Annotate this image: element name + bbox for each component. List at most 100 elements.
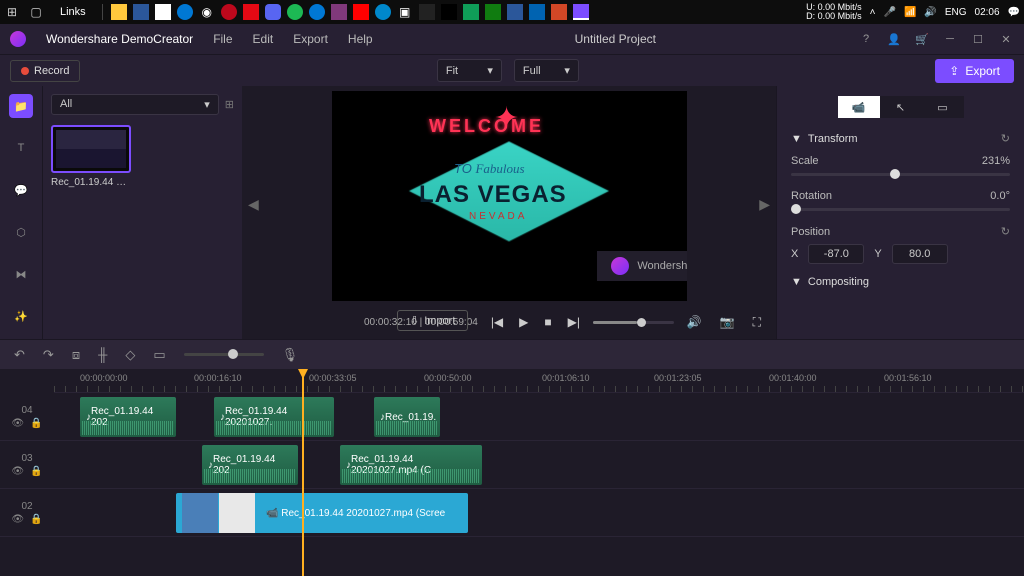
- lock-icon[interactable]: 🔒: [30, 514, 42, 525]
- track-header-02[interactable]: 02👁🔒: [0, 489, 54, 537]
- lock-icon[interactable]: 🔒: [30, 466, 42, 477]
- tray-icon[interactable]: ˄: [870, 7, 876, 18]
- track-02[interactable]: 📹 Rec_01.19.44 20201027.mp4 (Scree: [54, 489, 1024, 537]
- media-filter-dropdown[interactable]: All▾: [51, 94, 219, 115]
- fit-dropdown[interactable]: Fit▾: [437, 59, 502, 82]
- audio-clip[interactable]: ♪ Rec_01.19.44 202: [202, 445, 298, 485]
- cursor-tab-icon[interactable]: ↖: [880, 96, 922, 118]
- audio-clip[interactable]: ♪ Rec_01.19.44 20201027.: [214, 397, 334, 437]
- export-button[interactable]: ⇪Export: [935, 59, 1014, 83]
- app-icon[interactable]: [485, 4, 501, 20]
- effects-tool-icon[interactable]: ✨: [9, 304, 33, 328]
- video-tab-icon[interactable]: 📹: [838, 96, 880, 118]
- next-frame-icon[interactable]: ▶|: [565, 315, 583, 329]
- caption-tab-icon[interactable]: ▭: [922, 96, 964, 118]
- eye-icon[interactable]: 👁: [11, 514, 24, 525]
- help-icon[interactable]: ?: [858, 31, 874, 47]
- menu-export[interactable]: Export: [293, 32, 328, 46]
- app-icon[interactable]: [463, 4, 479, 20]
- cart-icon[interactable]: 🛒: [914, 31, 930, 47]
- eye-icon[interactable]: 👁: [11, 466, 24, 477]
- record-button[interactable]: Record: [10, 60, 80, 82]
- app-icon[interactable]: [155, 4, 171, 20]
- rotation-slider[interactable]: [791, 208, 1010, 211]
- maximize-icon[interactable]: ☐: [970, 31, 986, 47]
- crop-icon[interactable]: ⧈: [72, 347, 80, 363]
- track-header-03[interactable]: 03👁🔒: [0, 441, 54, 489]
- snapshot-icon[interactable]: 📷: [717, 315, 738, 330]
- eye-icon[interactable]: 👁: [11, 418, 24, 429]
- clock-label[interactable]: 02:06: [975, 7, 1000, 18]
- track-03[interactable]: ♪ Rec_01.19.44 202 ♪ Rec_01.19.44 202010…: [54, 441, 1024, 489]
- app-icon[interactable]: [243, 4, 259, 20]
- annotation-tool-icon[interactable]: 💬: [9, 178, 33, 202]
- text-tool-icon[interactable]: T: [9, 136, 33, 160]
- split-icon[interactable]: ╫: [98, 347, 107, 362]
- mic-icon[interactable]: 🎙: [282, 347, 299, 363]
- app-icon[interactable]: [507, 4, 523, 20]
- sticker-tool-icon[interactable]: ⬡: [9, 220, 33, 244]
- democreator-taskbar-icon[interactable]: [573, 4, 589, 20]
- import-button[interactable]: ⇩Import: [397, 310, 468, 331]
- close-icon[interactable]: ✕: [998, 31, 1014, 47]
- audio-clip[interactable]: ♪ Rec_01.19.44 202: [80, 397, 176, 437]
- media-thumbnail[interactable]: Rec_01.19.44 2020...: [51, 125, 131, 188]
- app-icon[interactable]: [419, 4, 435, 20]
- app-icon[interactable]: [441, 4, 457, 20]
- app-icon[interactable]: [309, 4, 325, 20]
- account-icon[interactable]: 👤: [886, 31, 902, 47]
- lang-label[interactable]: ENG: [945, 7, 967, 18]
- app-icon[interactable]: [331, 4, 347, 20]
- menu-edit[interactable]: Edit: [253, 32, 274, 46]
- stop-icon[interactable]: ■: [541, 315, 554, 329]
- app-icon[interactable]: ◉: [199, 4, 215, 20]
- menu-help[interactable]: Help: [348, 32, 373, 46]
- notifications-icon[interactable]: 💬: [1008, 7, 1020, 18]
- next-clip-icon[interactable]: ▶: [759, 196, 770, 213]
- fullscreen-icon[interactable]: ⛶: [750, 315, 764, 330]
- menu-file[interactable]: File: [213, 32, 232, 46]
- app-icon[interactable]: [353, 4, 369, 20]
- track-header-04[interactable]: 04👁🔒: [0, 393, 54, 441]
- media-tool-icon[interactable]: 📁: [9, 94, 33, 118]
- playhead[interactable]: [302, 369, 304, 576]
- marker-icon[interactable]: ◇: [125, 347, 135, 363]
- links-label[interactable]: Links: [52, 6, 94, 18]
- start-icon[interactable]: ⊞: [4, 4, 20, 20]
- undo-icon[interactable]: ↶: [14, 347, 25, 363]
- prev-frame-icon[interactable]: |◀: [488, 315, 506, 329]
- minimize-icon[interactable]: ─: [942, 31, 958, 47]
- prev-clip-icon[interactable]: ◀: [248, 196, 259, 213]
- redo-icon[interactable]: ↷: [43, 347, 54, 363]
- task-view-icon[interactable]: ▢: [28, 4, 44, 20]
- x-input[interactable]: [808, 244, 864, 264]
- reset-icon[interactable]: ↻: [1001, 132, 1010, 145]
- app-icon[interactable]: [375, 4, 391, 20]
- quality-dropdown[interactable]: Full▾: [514, 59, 579, 82]
- app-icon[interactable]: ▣: [397, 4, 413, 20]
- transform-header[interactable]: ▼ Transform↻: [791, 132, 1010, 145]
- aspect-icon[interactable]: ▭: [153, 347, 165, 363]
- app-icon[interactable]: [221, 4, 237, 20]
- mic-icon[interactable]: 🎤: [883, 7, 895, 18]
- volume-icon[interactable]: 🔊: [924, 7, 936, 18]
- wifi-icon[interactable]: 📶: [904, 7, 916, 18]
- ruler[interactable]: 00:00:00:00 00:00:16:10 00:00:33:05 00:0…: [54, 369, 1024, 393]
- grid-view-icon[interactable]: ⊞: [225, 98, 234, 111]
- video-clip[interactable]: 📹 Rec_01.19.44 20201027.mp4 (Scree: [176, 493, 468, 533]
- app-icon[interactable]: [529, 4, 545, 20]
- app-icon[interactable]: [287, 4, 303, 20]
- compositing-header[interactable]: ▼ Compositing: [791, 276, 1010, 288]
- y-input[interactable]: [892, 244, 948, 264]
- play-icon[interactable]: ▶: [516, 315, 531, 329]
- progress-bar[interactable]: [593, 321, 674, 324]
- volume-icon[interactable]: 🔊: [684, 315, 705, 330]
- scale-slider[interactable]: [791, 173, 1010, 176]
- video-preview[interactable]: ✦ WELCOME TO Fabulous LAS VEGAS NEVADA W…: [332, 91, 687, 301]
- app-icon[interactable]: [111, 4, 127, 20]
- track-04[interactable]: ♪ Rec_01.19.44 202 ♪ Rec_01.19.44 202010…: [54, 393, 1024, 441]
- app-icon[interactable]: [265, 4, 281, 20]
- zoom-slider[interactable]: [184, 353, 264, 356]
- app-icon[interactable]: [133, 4, 149, 20]
- app-icon[interactable]: [177, 4, 193, 20]
